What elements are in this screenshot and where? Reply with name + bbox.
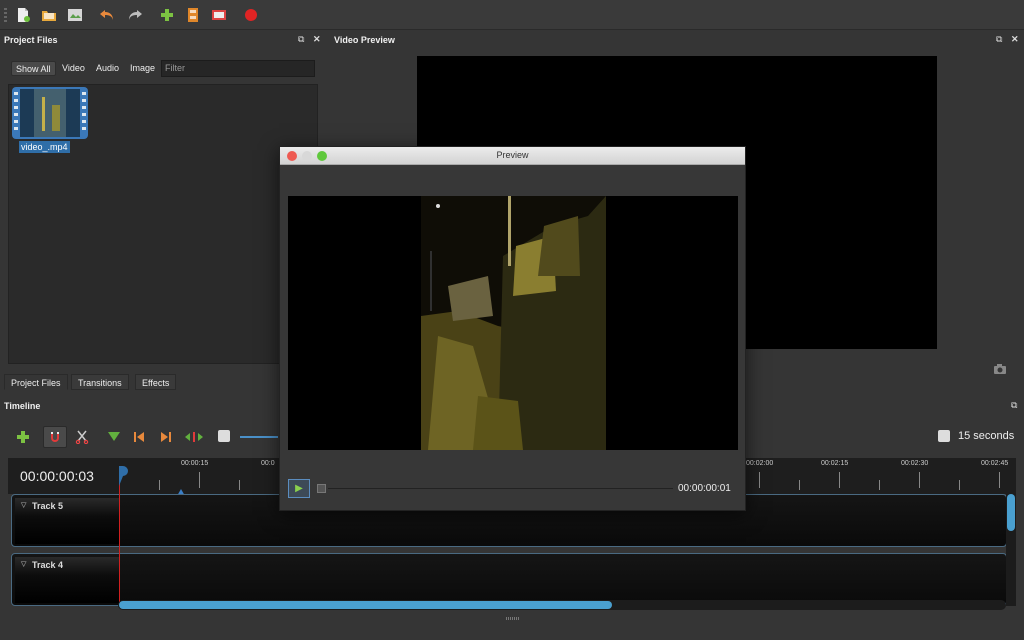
ruler-tick: [159, 480, 160, 490]
next-marker-icon[interactable]: [160, 430, 172, 448]
track-row[interactable]: ▽ Track 4: [11, 553, 1007, 606]
tick-label: 00:02:45: [981, 460, 1009, 467]
close-panel-icon[interactable]: ✕: [313, 34, 321, 45]
dialog-timecode: 00:00:00:01: [678, 483, 731, 494]
play-button[interactable]: ▶: [288, 479, 310, 498]
track-collapse-icon[interactable]: ▽: [21, 501, 26, 509]
project-files-panel-title: Project Files: [4, 35, 58, 45]
ruler-tick: [239, 480, 240, 490]
tick-label: 00:00:15: [181, 460, 209, 467]
tick-label: 00:02:15: [821, 460, 849, 467]
choose-profile-icon[interactable]: [184, 6, 202, 24]
ruler-tick: [759, 472, 760, 488]
redo-icon[interactable]: [126, 6, 144, 24]
file-name-label: video_.mp4: [19, 141, 70, 153]
center-playhead-icon[interactable]: [184, 430, 204, 448]
export-video-icon[interactable]: [242, 6, 260, 24]
ruler-tick: [999, 472, 1000, 488]
import-files-icon[interactable]: [158, 6, 176, 24]
horizontal-scroll-thumb[interactable]: [119, 601, 612, 609]
add-marker-icon[interactable]: [107, 430, 121, 448]
dialog-title: Preview: [496, 150, 529, 160]
ruler-tick: [799, 480, 800, 490]
filter-input[interactable]: Filter: [161, 60, 315, 77]
tick-label: 00:0: [261, 460, 275, 467]
track-collapse-icon[interactable]: ▽: [21, 560, 26, 568]
float-panel-icon[interactable]: ⧉: [298, 34, 304, 45]
preview-video-frame: [288, 196, 738, 450]
tab-transitions[interactable]: Transitions: [71, 374, 129, 390]
camera-icon[interactable]: [993, 362, 1007, 374]
preview-dialog: Preview ▶ 00:00:00:01: [279, 146, 746, 511]
ruler-tick: [839, 472, 840, 488]
project-files-list[interactable]: video_.mp4: [8, 84, 318, 364]
video-preview-panel-title: Video Preview: [334, 35, 395, 45]
filter-audio-button[interactable]: Audio: [92, 61, 123, 76]
filter-image-button[interactable]: Image: [126, 61, 159, 76]
playhead-handle[interactable]: [116, 466, 128, 493]
ruler-tick: [919, 472, 920, 488]
filter-video-button[interactable]: Video: [58, 61, 89, 76]
fullscreen-icon[interactable]: [210, 6, 228, 24]
open-project-icon[interactable]: [40, 6, 58, 24]
snapping-magnet-icon[interactable]: [43, 426, 67, 448]
seek-slider-handle[interactable]: [317, 484, 326, 493]
add-track-icon[interactable]: [16, 430, 30, 449]
track-name: Track 5: [32, 501, 64, 511]
tab-effects[interactable]: Effects: [135, 374, 177, 390]
float-preview-panel-icon[interactable]: ⧉: [996, 34, 1002, 45]
vertical-scrollbar[interactable]: [1006, 494, 1016, 606]
tick-label: 00:02:30: [901, 460, 929, 467]
ruler-tick: [199, 472, 200, 488]
razor-scissors-icon[interactable]: [75, 430, 89, 449]
ruler-tick: [959, 480, 960, 490]
tab-project-files[interactable]: Project Files: [4, 374, 68, 390]
zoom-out-icon[interactable]: [218, 430, 230, 442]
undo-icon[interactable]: [98, 6, 116, 24]
track-name: Track 4: [32, 560, 64, 570]
filter-show-all-button[interactable]: Show All: [11, 61, 56, 76]
seek-slider-track[interactable]: [328, 488, 673, 489]
track-label[interactable]: ▽ Track 5: [15, 498, 119, 544]
close-preview-panel-icon[interactable]: ✕: [1011, 34, 1019, 45]
main-toolbar: [0, 0, 1024, 30]
ruler-tick: [879, 480, 880, 490]
timeline-panel-title: Timeline: [4, 401, 41, 411]
toolbar-grip[interactable]: [4, 8, 7, 22]
dialog-titlebar[interactable]: Preview: [280, 147, 745, 165]
zoom-slider-track[interactable]: [240, 436, 278, 438]
video-thumbnail[interactable]: [12, 87, 88, 139]
new-project-icon[interactable]: [14, 6, 32, 24]
zoom-in-icon[interactable]: [938, 430, 950, 442]
previous-marker-icon[interactable]: [133, 430, 145, 448]
video-frame-image: [288, 196, 738, 450]
timeline-timecode: 00:00:00:03: [20, 468, 94, 484]
float-timeline-panel-icon[interactable]: ⧉: [1011, 400, 1017, 411]
vertical-scroll-thumb[interactable]: [1007, 494, 1015, 531]
save-project-icon[interactable]: [66, 6, 84, 24]
zoom-level-label: 15 seconds: [958, 430, 1015, 442]
track-label[interactable]: ▽ Track 4: [15, 557, 119, 603]
horizontal-scrollbar[interactable]: [118, 600, 1006, 610]
tick-label: 00:02:00: [746, 460, 774, 467]
resize-grip[interactable]: [506, 617, 520, 620]
